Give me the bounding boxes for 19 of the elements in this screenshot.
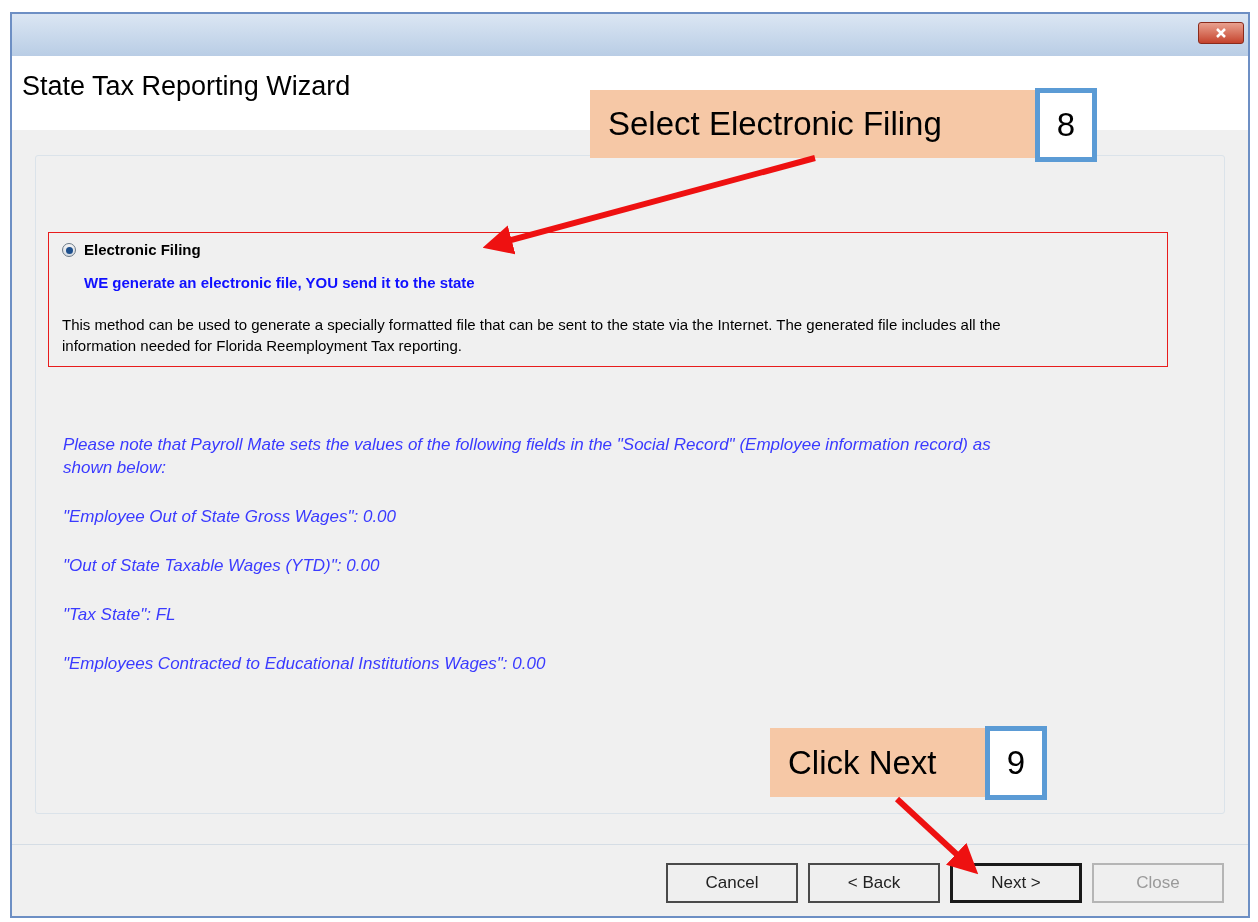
callout-label: Select Electronic Filing (590, 90, 1035, 158)
note-text: Please note that Payroll Mate sets the values of the following fields in the "Social Record" (Employee information record) as shown below: (63, 434, 992, 479)
option-subtitle: WE generate an electronic file, YOU send it to the state (83, 272, 476, 293)
radio-button[interactable] (62, 243, 76, 258)
step-number: 8 (1035, 88, 1097, 162)
option-label: Electronic Filing (84, 240, 201, 260)
wizard-button[interactable]: Cancel (666, 862, 798, 903)
note-text: "Out of State Taxable Wages (YTD)": 0.00 (63, 555, 381, 577)
step-number: 9 (985, 726, 1047, 800)
note-text: "Tax State": FL (63, 604, 177, 626)
note-text: "Employee Out of State Gross Wages": 0.00 (63, 506, 398, 528)
note-text: "Employees Contracted to Educational Institutions Wages": 0.00 (63, 653, 547, 675)
wizard-button[interactable]: < Back (808, 862, 940, 903)
callout-label: Click Next (770, 728, 985, 797)
close-icon (1215, 28, 1227, 38)
wizard-button[interactable]: Next > (950, 862, 1082, 903)
close-button[interactable] (1198, 22, 1244, 44)
window-title: State Tax Reporting Wizard (22, 70, 351, 103)
option-description: This method can be used to generate a specially formatted file that can be sent to the state via the Internet. The generated file includes all the information needed for Florida Reemployment Tax reporting. (61, 315, 1002, 356)
